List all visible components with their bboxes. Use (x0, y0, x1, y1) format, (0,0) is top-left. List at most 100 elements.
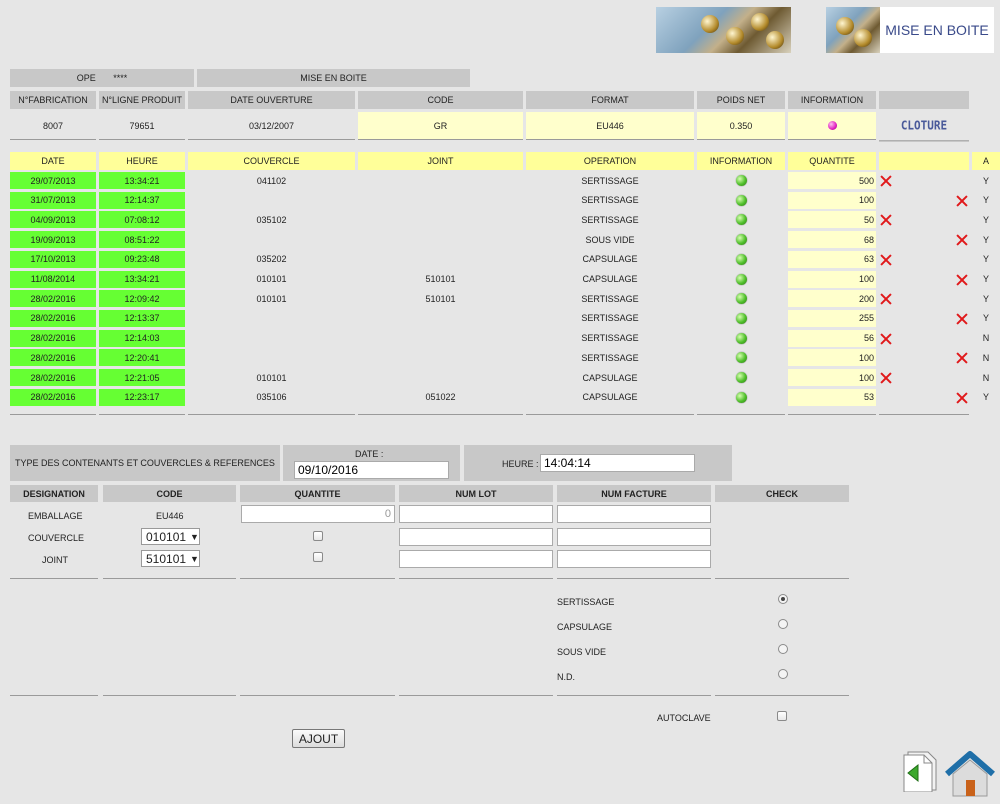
status-ok-icon[interactable] (735, 253, 747, 265)
page-title: MISE EN BOITE (880, 7, 994, 53)
form-header-4: NUM FACTURE (557, 485, 711, 502)
joint-code-select[interactable]: 510101 ▼ (141, 550, 200, 567)
row-joint (358, 172, 523, 189)
delete-icon[interactable] (880, 333, 892, 345)
row-information (697, 251, 785, 268)
operation-radio[interactable] (778, 594, 788, 604)
operation-radio[interactable] (778, 669, 788, 679)
row-a: Y (982, 175, 989, 186)
delete-icon[interactable] (880, 372, 892, 384)
heure-input[interactable] (540, 454, 695, 472)
joint-num-lot-input[interactable] (399, 550, 553, 568)
home-icon[interactable] (943, 750, 997, 798)
row-date: 28/02/2016 (10, 329, 96, 347)
row-heure: 07:08:12 (99, 211, 185, 229)
autoclave-checkbox[interactable] (777, 711, 787, 721)
joint-code-value: 510101 (146, 551, 187, 566)
couvercle-code-select[interactable]: 010101 ▼ (141, 528, 200, 545)
row-couvercle: 041102 (256, 175, 287, 186)
date-input[interactable] (294, 461, 449, 479)
fab-header-0: N°FABRICATION (10, 91, 96, 109)
row-joint: 051022 (425, 392, 456, 403)
delete-icon[interactable] (956, 313, 968, 325)
row-couvercle: 010101 (256, 293, 287, 304)
back-document-icon[interactable] (900, 750, 940, 793)
row-heure: 12:13:37 (99, 309, 185, 327)
emballage-quantity-input[interactable] (241, 505, 395, 523)
row-heure: 13:34:21 (99, 172, 185, 189)
status-ok-icon[interactable] (735, 214, 747, 226)
couvercle-num-facture-input[interactable] (557, 528, 711, 546)
status-ok-icon[interactable] (735, 234, 747, 246)
type-label: TYPE DES CONTENANTS ET COUVERCLES & REFE… (10, 445, 280, 481)
cloture-button[interactable]: CLOTURE (879, 111, 969, 142)
form-header-3: NUM LOT (399, 485, 553, 502)
delete-icon[interactable] (956, 195, 968, 207)
row-quantite: 53 (788, 388, 876, 406)
info-status-icon[interactable] (827, 121, 837, 130)
status-ok-icon[interactable] (735, 273, 747, 285)
row-quantite: 50 (788, 211, 876, 229)
delete-icon[interactable] (880, 293, 892, 305)
row-quantite: 100 (788, 369, 876, 386)
product-code: GR (358, 112, 523, 140)
ops-header-7 (879, 152, 969, 170)
row-date: 28/02/2016 (10, 349, 96, 367)
ajout-button[interactable]: AJOUT (292, 729, 345, 748)
delete-icon[interactable] (956, 352, 968, 364)
row-information (697, 290, 785, 307)
chevron-down-icon: ▼ (190, 553, 199, 564)
row-date: 28/02/2016 (10, 309, 96, 327)
row-quantite: 100 (788, 270, 876, 288)
emballage-num-lot-input[interactable] (399, 505, 553, 523)
delete-icon[interactable] (956, 234, 968, 246)
status-ok-icon[interactable] (735, 194, 747, 206)
delete-icon[interactable] (880, 214, 892, 226)
status-ok-icon[interactable] (735, 312, 747, 324)
operation-radio[interactable] (778, 619, 788, 629)
couvercle-quantity-checkbox[interactable] (313, 531, 323, 541)
delete-icon[interactable] (880, 254, 892, 266)
header-image-right (826, 7, 880, 53)
row-quantite: 200 (788, 290, 876, 308)
row-quantite: 63 (788, 250, 876, 268)
status-ok-icon[interactable] (735, 352, 747, 364)
status-ok-icon[interactable] (735, 293, 747, 305)
row-a: Y (982, 234, 989, 245)
row-joint: 510101 (425, 274, 456, 284)
row-heure: 09:23:48 (99, 250, 185, 268)
operation-radio[interactable] (778, 644, 788, 654)
emballage-code: EU446 (156, 511, 184, 521)
operation-label-capsulage: CAPSULAGE (557, 622, 613, 632)
ops-header-3: JOINT (358, 152, 523, 170)
status-ok-icon[interactable] (735, 372, 747, 383)
form-header-1: CODE (103, 485, 236, 502)
ops-header-0: DATE (10, 152, 96, 170)
row-operation: CAPSULAGE (582, 392, 638, 403)
emballage-num-facture-input[interactable] (557, 505, 711, 523)
fabrication-number: 8007 (10, 112, 96, 140)
delete-icon[interactable] (956, 392, 968, 404)
status-ok-icon[interactable] (735, 332, 747, 344)
status-ok-icon[interactable] (735, 175, 747, 186)
row-couvercle: 010101 (256, 274, 287, 284)
row-couvercle (188, 192, 355, 209)
ops-header-6: QUANTITE (788, 152, 876, 170)
delete-icon[interactable] (956, 274, 968, 286)
row-date: 04/09/2013 (10, 211, 96, 229)
delete-icon[interactable] (880, 175, 892, 187)
joint-label: JOINT (42, 555, 68, 565)
row-operation: SERTISSAGE (581, 352, 639, 363)
couvercle-num-lot-input[interactable] (399, 528, 553, 546)
ope-label: OPE (76, 73, 96, 83)
joint-num-facture-input[interactable] (557, 550, 711, 568)
status-ok-icon[interactable] (735, 391, 747, 403)
row-joint (358, 192, 523, 209)
row-operation: CAPSULAGE (582, 372, 638, 383)
row-date: 28/02/2016 (10, 290, 96, 308)
row-heure: 13:34:21 (99, 270, 185, 288)
heure-label: HEURE : (502, 459, 539, 469)
row-a: Y (982, 392, 989, 403)
joint-quantity-checkbox[interactable] (313, 552, 323, 562)
row-a: Y (982, 274, 989, 284)
